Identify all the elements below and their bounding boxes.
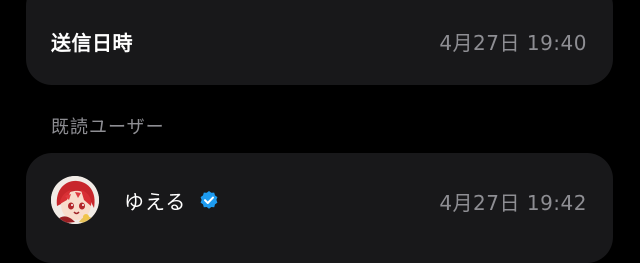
verified-badge-icon <box>200 191 218 209</box>
read-time-value: 4月27日 19:42 <box>439 191 587 215</box>
avatar-image <box>51 176 99 224</box>
sent-time-label: 送信日時 <box>51 31 133 55</box>
avatar[interactable] <box>51 176 99 224</box>
read-user-name[interactable]: ゆえる <box>124 186 186 215</box>
sent-time-value: 4月27日 19:40 <box>439 31 587 55</box>
sent-time-card: 送信日時 4月27日 19:40 <box>26 0 613 85</box>
read-user-row[interactable]: ゆえる 4月27日 19:42 <box>26 153 613 263</box>
read-users-header: 既読ユーザー <box>51 117 165 138</box>
